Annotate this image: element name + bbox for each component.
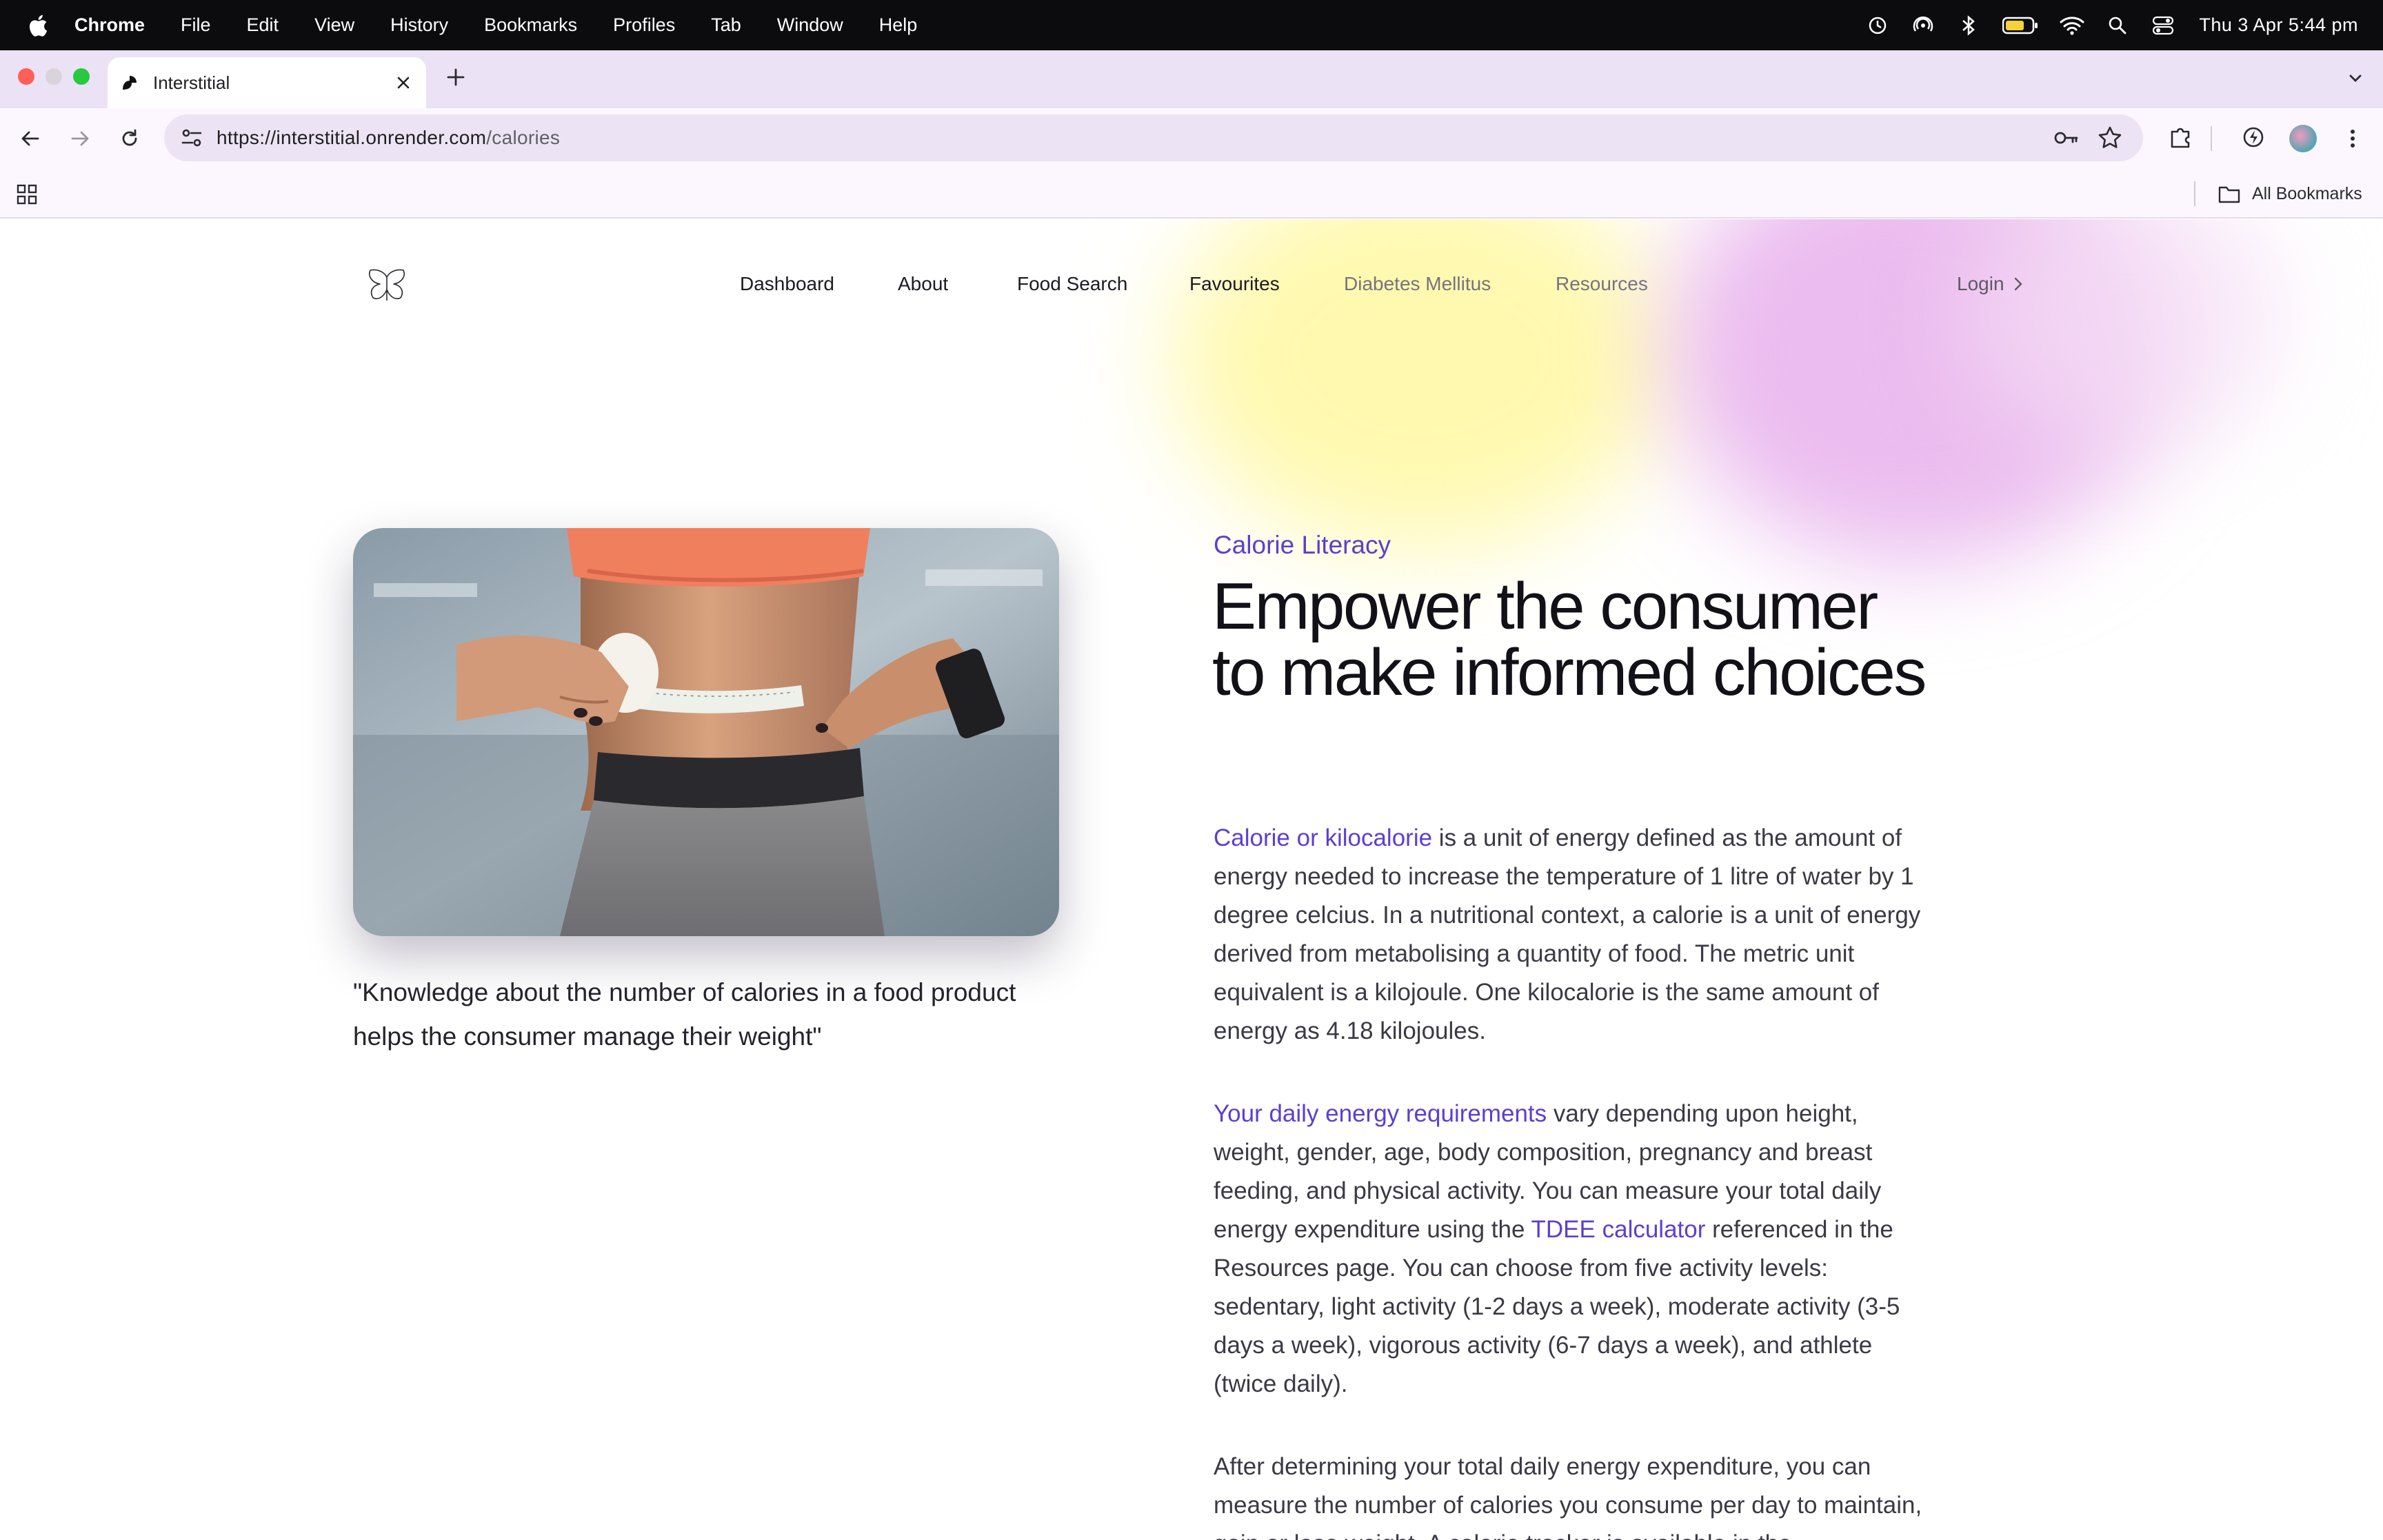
- menu-bookmarks[interactable]: Bookmarks: [484, 14, 577, 36]
- performance-icon[interactable]: [2240, 123, 2267, 151]
- back-arrow-icon[interactable]: [17, 125, 44, 152]
- window-close-button[interactable]: [18, 68, 34, 85]
- hero-quote: "Knowledge about the number of calories …: [353, 978, 1016, 1051]
- site-settings-icon[interactable]: [179, 125, 204, 150]
- tab-strip: Interstitial: [0, 50, 2383, 108]
- status-area: Thu 3 Apr 5:44 pm: [1844, 0, 2358, 50]
- daily-energy-paragraph: Your daily energy requirements vary depe…: [1214, 1095, 1928, 1404]
- nav-about[interactable]: About: [898, 273, 948, 295]
- menu-file[interactable]: File: [181, 14, 211, 36]
- window-zoom-button[interactable]: [73, 68, 90, 85]
- browser-toolbar: https://interstitial.onrender.com/calori…: [0, 108, 2383, 169]
- nav-resources[interactable]: Resources: [1556, 273, 1648, 295]
- nav-favourites[interactable]: Favourites: [1189, 273, 1280, 295]
- chevron-right-icon: [2014, 277, 2022, 291]
- window-minimize-button[interactable]: [46, 68, 62, 85]
- daily-energy-text-b: referenced in the Resources page. You ca…: [1214, 1216, 1900, 1397]
- url-host: https://interstitial.onrender.com: [217, 127, 487, 148]
- password-key-icon[interactable]: [2052, 124, 2080, 152]
- url-path: /calories: [486, 127, 561, 148]
- nav-diabetes-mellitus[interactable]: Diabetes Mellitus: [1344, 273, 1491, 295]
- web-page: Dashboard About Food Search Favourites D…: [0, 219, 2383, 1540]
- spotlight-search-icon[interactable]: [2105, 13, 2130, 38]
- bookmarks-bar: All Bookmarks: [0, 169, 2383, 219]
- tab-search-button[interactable]: [2340, 63, 2371, 93]
- tdee-calculator-link[interactable]: TDEE calculator: [1531, 1216, 1706, 1243]
- airdrop-icon[interactable]: [1911, 13, 1935, 38]
- login-link[interactable]: Login: [1957, 273, 2024, 295]
- url-text[interactable]: https://interstitial.onrender.com/calori…: [217, 127, 560, 149]
- bookmarks-separator: [2194, 181, 2195, 206]
- tab-title: Interstitial: [153, 72, 230, 93]
- nav-food-search[interactable]: Food Search: [1017, 273, 1127, 295]
- bookmark-star-icon[interactable]: [2096, 124, 2124, 152]
- profile-avatar[interactable]: [2289, 125, 2317, 152]
- calorie-definition-paragraph: Calorie or kilocalorie is a unit of ener…: [1214, 819, 1928, 1051]
- folder-icon[interactable]: [2218, 184, 2241, 205]
- menu-window[interactable]: Window: [777, 14, 843, 36]
- butterfly-logo-icon[interactable]: [364, 267, 410, 305]
- menu-bar-clock[interactable]: Thu 3 Apr 5:44 pm: [2199, 14, 2358, 36]
- toolbar-divider: [2211, 126, 2212, 151]
- reload-icon[interactable]: [116, 125, 143, 152]
- hero-image: [353, 528, 1059, 936]
- menu-history[interactable]: History: [390, 14, 448, 36]
- expenditure-paragraph: After determining your total daily energ…: [1214, 1453, 1922, 1540]
- menu-app-chrome[interactable]: Chrome: [74, 14, 145, 36]
- site-favicon-icon: [123, 76, 137, 90]
- apple-icon[interactable]: [28, 14, 48, 37]
- apps-grid-icon[interactable]: [15, 183, 39, 206]
- tab-interstitial[interactable]: Interstitial: [108, 57, 426, 108]
- section-eyebrow: Calorie Literacy: [1214, 531, 1391, 559]
- wifi-icon[interactable]: [2060, 13, 2084, 38]
- page-headline: Empower the consumer to make informed ch…: [1212, 569, 1927, 709]
- extensions-puzzle-icon[interactable]: [2166, 123, 2194, 151]
- menu-tab[interactable]: Tab: [711, 14, 741, 36]
- nav-dashboard[interactable]: Dashboard: [740, 273, 834, 295]
- address-bar[interactable]: https://interstitial.onrender.com/calori…: [164, 114, 2143, 161]
- login-label: Login: [1957, 273, 2004, 294]
- site-nav: Dashboard About Food Search Favourites D…: [0, 219, 2383, 350]
- chrome-menu-icon[interactable]: [2339, 125, 2366, 152]
- new-tab-icon[interactable]: [444, 65, 467, 89]
- daily-energy-requirements-link[interactable]: Your daily energy requirements: [1214, 1100, 1547, 1127]
- battery-icon[interactable]: [2002, 13, 2039, 38]
- calorie-kilocalorie-link[interactable]: Calorie or kilocalorie: [1214, 824, 1432, 851]
- forward-arrow-icon[interactable]: [66, 125, 94, 152]
- menu-edit[interactable]: Edit: [247, 14, 279, 36]
- time-machine-icon[interactable]: [1865, 13, 1890, 38]
- bluetooth-icon[interactable]: [1956, 13, 1981, 38]
- menu-profiles[interactable]: Profiles: [613, 14, 675, 36]
- tab-close-icon[interactable]: [393, 72, 414, 93]
- all-bookmarks-button[interactable]: All Bookmarks: [2252, 184, 2362, 204]
- menu-view[interactable]: View: [314, 14, 354, 36]
- macos-menu-bar: Chrome File Edit View History Bookmarks …: [0, 0, 2383, 50]
- menu-help[interactable]: Help: [879, 14, 918, 36]
- control-center-icon[interactable]: [2151, 13, 2175, 38]
- calorie-definition-text: is a unit of energy defined as the amoun…: [1214, 824, 1921, 1044]
- chevron-down-icon: [2349, 74, 2362, 82]
